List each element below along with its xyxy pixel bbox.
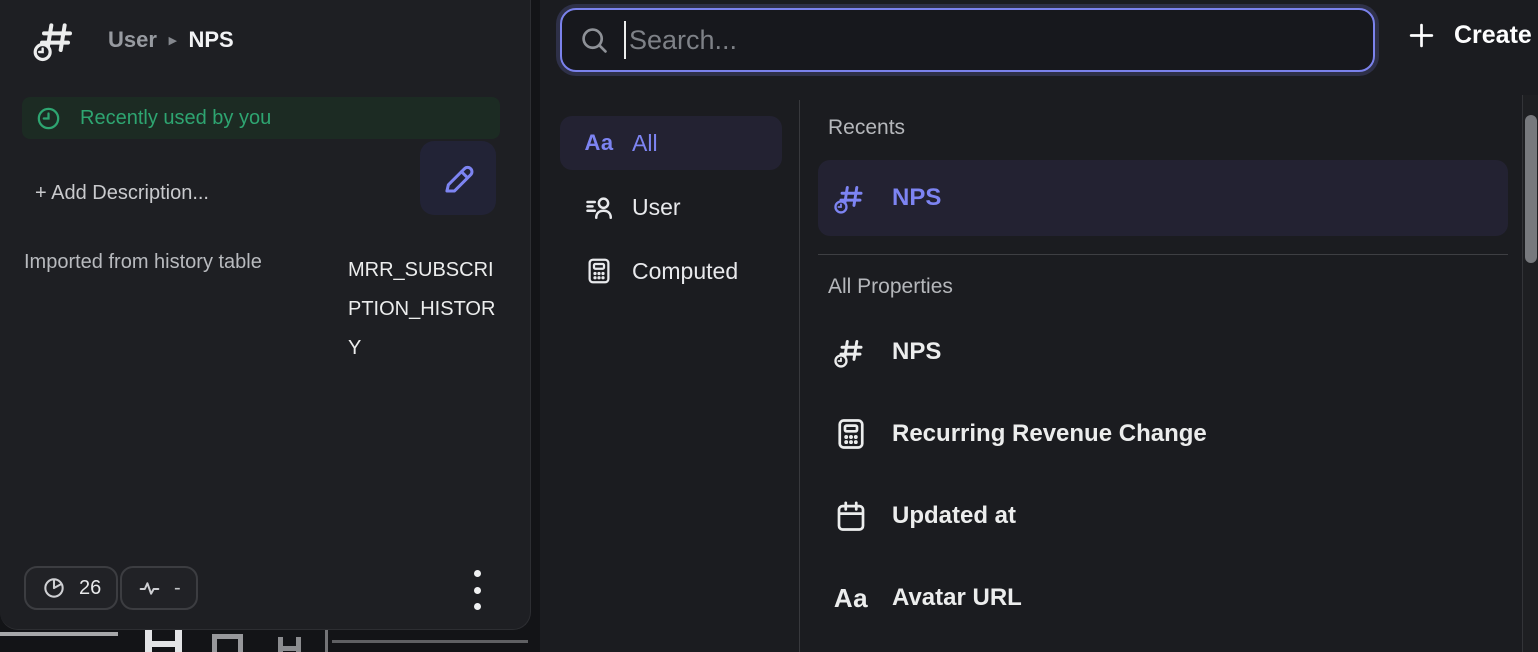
trend-value: -	[174, 577, 181, 600]
activity-icon	[137, 576, 162, 601]
text-icon: Aa	[582, 130, 616, 156]
property-item-label: NPS	[892, 338, 941, 366]
property-details-card: User ▸ NPS Recently used by you + Add De…	[0, 0, 531, 630]
property-header: User ▸ NPS	[32, 16, 234, 64]
recents-section-title: Recents	[828, 104, 1508, 140]
property-item-label: Avatar URL	[892, 584, 1022, 612]
create-button[interactable]: Create	[1406, 20, 1532, 51]
recent-item-nps[interactable]: NPS	[818, 160, 1508, 236]
breadcrumb: User ▸ NPS	[108, 27, 234, 53]
imported-from-value: MRR_SUBSCRIPTION_HISTORY	[348, 251, 506, 368]
more-options-button[interactable]	[468, 570, 486, 610]
search-icon	[578, 24, 610, 56]
search-input[interactable]	[629, 25, 1357, 56]
property-item-recurring-revenue-change[interactable]: Recurring Revenue Change	[818, 393, 1508, 475]
recently-used-label: Recently used by you	[80, 107, 271, 130]
filter-tab-all[interactable]: Aa All	[560, 116, 782, 170]
filter-tab-label: All	[632, 130, 658, 157]
all-properties-section-title: All Properties	[828, 255, 1508, 299]
imported-from-label: Imported from history table	[24, 251, 348, 274]
calendar-icon	[832, 498, 870, 534]
property-item-nps[interactable]: NPS	[818, 311, 1508, 393]
filter-tabs: Aa All User	[560, 116, 782, 308]
history-clock-icon	[35, 105, 62, 132]
breadcrumb-separator-icon: ▸	[169, 31, 177, 49]
number-history-icon	[832, 178, 870, 218]
add-description-button[interactable]: + Add Description...	[35, 182, 209, 205]
property-item-label: Updated at	[892, 502, 1016, 530]
breadcrumb-current: NPS	[188, 27, 233, 53]
screen: User ▸ NPS Recently used by you + Add De…	[0, 0, 1538, 652]
property-search-modal: Create Aa All User	[540, 0, 1538, 652]
vertical-divider	[799, 100, 800, 652]
number-history-icon	[832, 332, 870, 372]
search-box[interactable]	[560, 8, 1375, 72]
calculator-icon	[832, 416, 870, 452]
pie-chart-icon	[41, 575, 67, 601]
scrollbar-thumb[interactable]	[1525, 115, 1537, 263]
breadcrumb-parent[interactable]: User	[108, 27, 157, 53]
create-button-label: Create	[1454, 21, 1532, 50]
property-item-label: Recurring Revenue Change	[892, 420, 1207, 448]
edit-button[interactable]	[420, 141, 496, 215]
number-history-icon	[32, 16, 80, 64]
property-item-updated-at[interactable]: Updated at	[818, 475, 1508, 557]
imported-from-row: Imported from history table MRR_SUBSCRIP…	[24, 251, 506, 368]
user-list-icon	[582, 192, 616, 222]
filter-tab-label: User	[632, 194, 681, 221]
property-list: NPS Recurring Revenue Change	[818, 311, 1508, 639]
filter-tab-computed[interactable]: Computed	[560, 244, 782, 298]
property-item-avatar-url[interactable]: Aa Avatar URL	[818, 557, 1508, 639]
calculator-icon	[582, 256, 616, 286]
kebab-icon	[474, 570, 481, 577]
recently-used-badge: Recently used by you	[22, 97, 500, 139]
plus-icon	[1406, 20, 1437, 51]
pencil-icon	[439, 159, 477, 197]
filter-tab-user[interactable]: User	[560, 180, 782, 234]
filter-tab-label: Computed	[632, 258, 738, 285]
scrollbar-track[interactable]	[1522, 95, 1538, 652]
usage-count-value: 26	[79, 577, 101, 600]
text-icon: Aa	[832, 583, 870, 614]
usage-count-button[interactable]: 26	[24, 566, 118, 610]
trend-button[interactable]: -	[120, 566, 198, 610]
search-results: Recents NPS All Properties	[818, 104, 1508, 639]
text-cursor	[624, 21, 626, 59]
recent-item-label: NPS	[892, 184, 941, 212]
